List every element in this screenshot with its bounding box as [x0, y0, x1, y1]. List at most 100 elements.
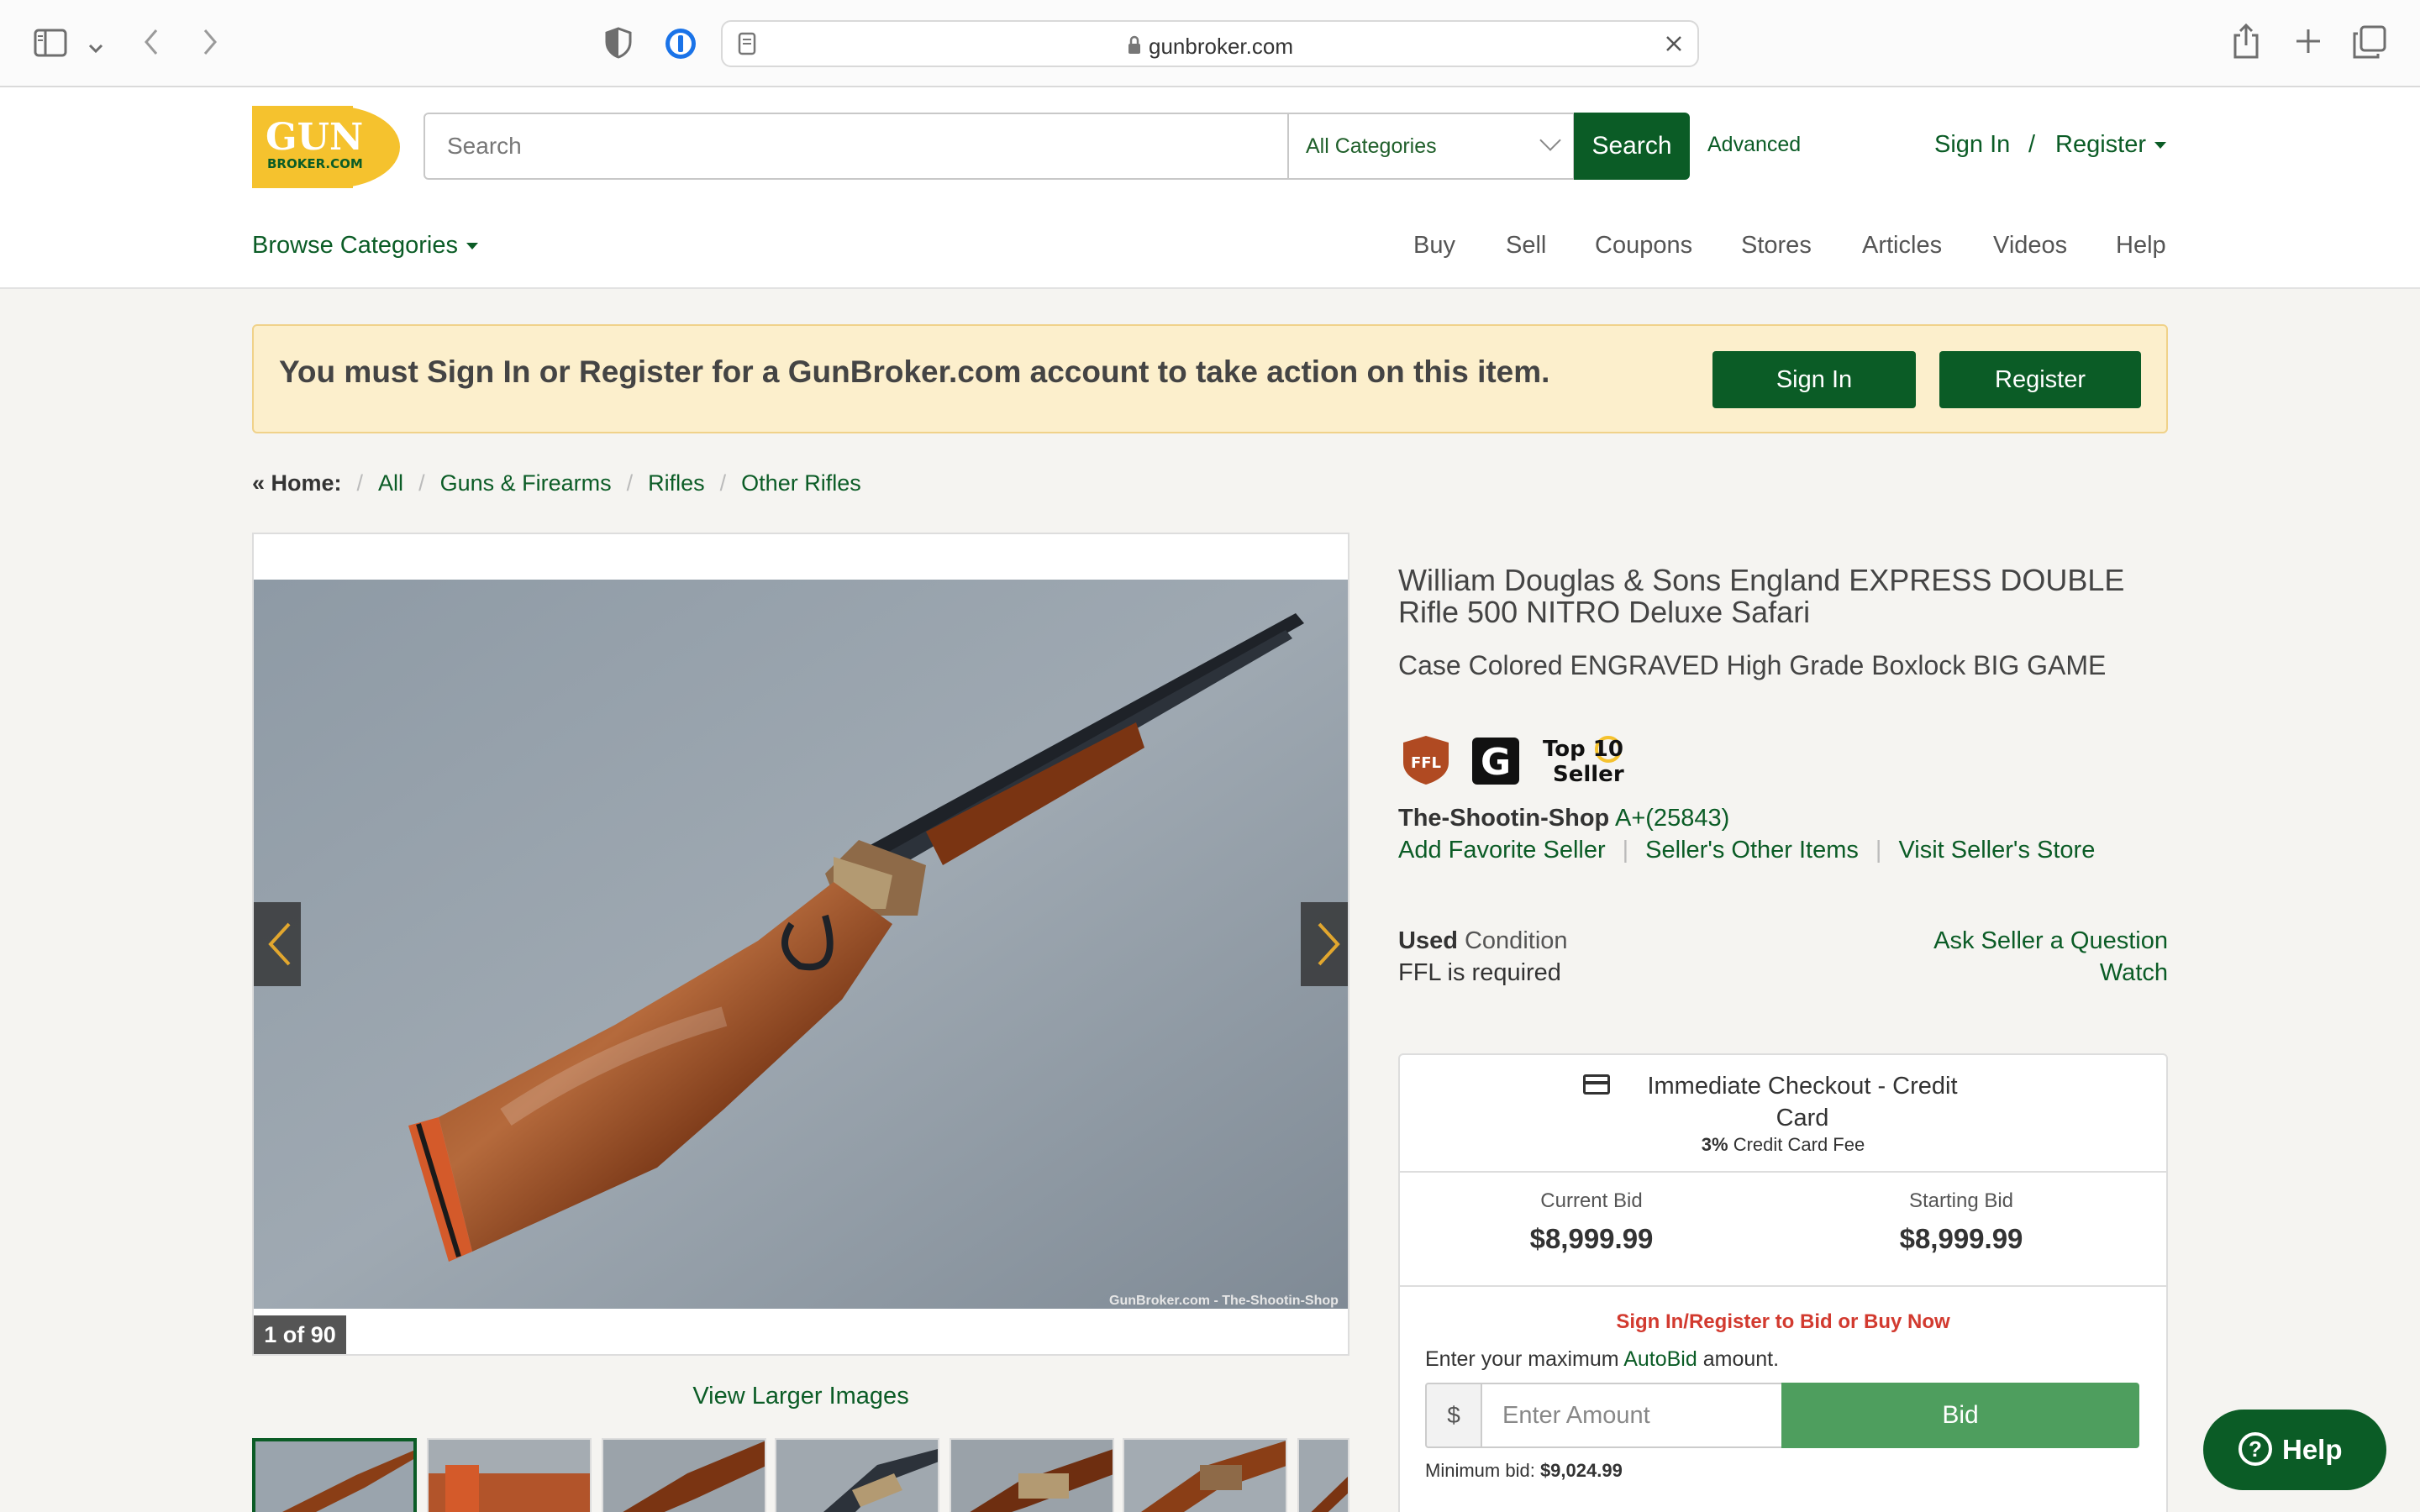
thumbnail[interactable]	[252, 1438, 417, 1512]
prev-image-button[interactable]	[254, 902, 301, 986]
ffl-required-note: FFL is required	[1398, 959, 1561, 986]
svg-text:BROKER.COM: BROKER.COM	[267, 156, 363, 171]
nav-articles[interactable]: Articles	[1862, 232, 1942, 260]
browse-categories-label: Browse Categories	[252, 232, 458, 259]
view-larger-images-link[interactable]: View Larger Images	[252, 1383, 1349, 1410]
autobid-prefix: Enter your maximum	[1425, 1347, 1619, 1371]
auth-separator: /	[2028, 131, 2036, 158]
alert-register-button[interactable]: Register	[1939, 351, 2141, 408]
back-icon[interactable]	[141, 27, 161, 62]
breadcrumb-separator: /	[719, 470, 727, 496]
signin-to-bid-link[interactable]: Sign In/Register to Bid or Buy Now	[1398, 1310, 2168, 1334]
svg-text:G: G	[1481, 741, 1511, 784]
thumbnail[interactable]	[950, 1438, 1114, 1512]
breadcrumb-home[interactable]: « Home:	[252, 470, 342, 496]
svg-text:FFL: FFL	[1411, 754, 1441, 772]
sidebar-toggle-icon[interactable]	[34, 29, 67, 62]
bid-amount-input[interactable]: Enter Amount	[1481, 1383, 1783, 1448]
nav-coupons[interactable]: Coupons	[1595, 232, 1692, 260]
category-select[interactable]: All Categories	[1287, 113, 1575, 180]
advanced-search-link[interactable]: Advanced	[1707, 133, 1801, 157]
browser-toolbar: gunbroker.com	[0, 0, 2420, 87]
listing-title: William Douglas & Sons England EXPRESS D…	[1398, 563, 2125, 629]
caret-down-icon	[466, 243, 478, 250]
breadcrumb-other-rifles[interactable]: Other Rifles	[741, 470, 861, 496]
nav-sell[interactable]: Sell	[1506, 232, 1546, 260]
min-bid-label: Minimum bid:	[1425, 1460, 1535, 1481]
alert-message: You must Sign In or Register for a GunBr…	[279, 354, 1550, 389]
breadcrumb-rifles[interactable]: Rifles	[648, 470, 705, 496]
nav-help[interactable]: Help	[2116, 232, 2166, 260]
nav-stores[interactable]: Stores	[1741, 232, 1812, 260]
starting-bid-label: Starting Bid	[1908, 1189, 2014, 1212]
nav-videos[interactable]: Videos	[1993, 232, 2067, 260]
ffl-badge-icon: FFL	[1400, 734, 1452, 790]
listing-subtitle: Case Colored ENGRAVED High Grade Boxlock…	[1398, 650, 2107, 680]
question-icon: ?	[2238, 1432, 2272, 1467]
chevron-down-icon[interactable]	[87, 34, 104, 62]
browse-categories-menu[interactable]: Browse Categories	[252, 232, 478, 260]
breadcrumb: « Home: / All / Guns & Firearms / Rifles…	[252, 470, 861, 496]
help-widget-button[interactable]: ? Help	[2203, 1410, 2386, 1490]
alert-sign-in-button[interactable]: Sign In	[1712, 351, 1916, 408]
condition-label: Condition	[1464, 927, 1568, 954]
minimum-bid: Minimum bid: $9,024.99	[1425, 1460, 1623, 1482]
add-favorite-seller-link[interactable]: Add Favorite Seller	[1398, 837, 1606, 864]
sellers-other-items-link[interactable]: Seller's Other Items	[1645, 837, 1859, 864]
condition-value: Used	[1398, 927, 1458, 954]
address-bar[interactable]: gunbroker.com	[721, 20, 1699, 67]
immediate-checkout-title: Immediate Checkout - Credit Card	[1398, 1070, 2168, 1134]
thumbnail[interactable]	[775, 1438, 939, 1512]
url-text: gunbroker.com	[723, 34, 1697, 61]
g-badge-icon: G	[1470, 736, 1521, 790]
password-manager-icon[interactable]	[664, 27, 697, 66]
breadcrumb-all[interactable]: All	[378, 470, 403, 496]
ask-seller-question-link[interactable]: Ask Seller a Question	[1933, 927, 2168, 955]
thumbnail[interactable]	[602, 1438, 766, 1512]
thumbnail[interactable]	[1123, 1438, 1287, 1512]
item-condition: Used Condition	[1398, 927, 1568, 955]
bid-button[interactable]: Bid	[1781, 1383, 2139, 1448]
register-menu[interactable]: Register	[2055, 131, 2166, 159]
search-input[interactable]: Search	[424, 113, 1289, 180]
link-divider: |	[1622, 837, 1629, 864]
seller-links: Add Favorite Seller | Seller's Other Ite…	[1398, 837, 2095, 864]
clear-url-icon[interactable]	[1664, 34, 1684, 58]
url-value: gunbroker.com	[1149, 34, 1293, 59]
seller-name[interactable]: The-Shootin-Shop	[1398, 805, 1609, 832]
visit-sellers-store-link[interactable]: Visit Seller's Store	[1898, 837, 2095, 864]
product-photo[interactable]	[254, 580, 1348, 1309]
starting-bid: Starting Bid $8,999.99	[1835, 1189, 2087, 1255]
svg-text:GUN: GUN	[266, 116, 363, 159]
top10-seller-badge: Top 10 Seller	[1536, 731, 1637, 790]
breadcrumb-separator: /	[356, 470, 364, 496]
autobid-link[interactable]: AutoBid	[1623, 1347, 1697, 1371]
gunbroker-logo[interactable]: GUN BROKER.COM	[252, 106, 400, 188]
min-bid-value: $9,024.99	[1539, 1460, 1623, 1481]
forward-icon[interactable]	[200, 27, 220, 62]
seller-rating[interactable]: A+(25843)	[1615, 805, 1729, 832]
chevron-left-icon	[264, 921, 297, 968]
seller-badges: FFL G Top 10 Seller	[1400, 731, 1652, 787]
new-tab-icon[interactable]	[2294, 27, 2323, 60]
thumbnail[interactable]	[427, 1438, 592, 1512]
current-bid-label: Current Bid	[1540, 1189, 1643, 1212]
tab-overview-icon[interactable]	[2353, 25, 2386, 64]
link-divider: |	[1875, 837, 1882, 864]
chevron-down-icon	[1539, 129, 1561, 151]
watch-link[interactable]: Watch	[2100, 959, 2168, 987]
nav-buy[interactable]: Buy	[1413, 232, 1455, 260]
category-select-value: All Categories	[1306, 134, 1437, 158]
image-counter: 1 of 90	[254, 1315, 346, 1354]
search-button[interactable]: Search	[1574, 113, 1690, 180]
current-bid-value: $8,999.99	[1529, 1223, 1654, 1254]
privacy-shield-icon[interactable]	[605, 27, 632, 64]
next-image-button[interactable]	[1301, 902, 1348, 986]
thumbnail[interactable]	[1297, 1438, 1349, 1512]
svg-text:Top 10: Top 10	[1543, 737, 1623, 762]
share-icon[interactable]	[2232, 23, 2260, 64]
svg-text:Seller: Seller	[1553, 762, 1624, 786]
starting-bid-value: $8,999.99	[1899, 1223, 2023, 1254]
sign-in-link[interactable]: Sign In	[1934, 131, 2010, 159]
breadcrumb-guns-firearms[interactable]: Guns & Firearms	[440, 470, 612, 496]
